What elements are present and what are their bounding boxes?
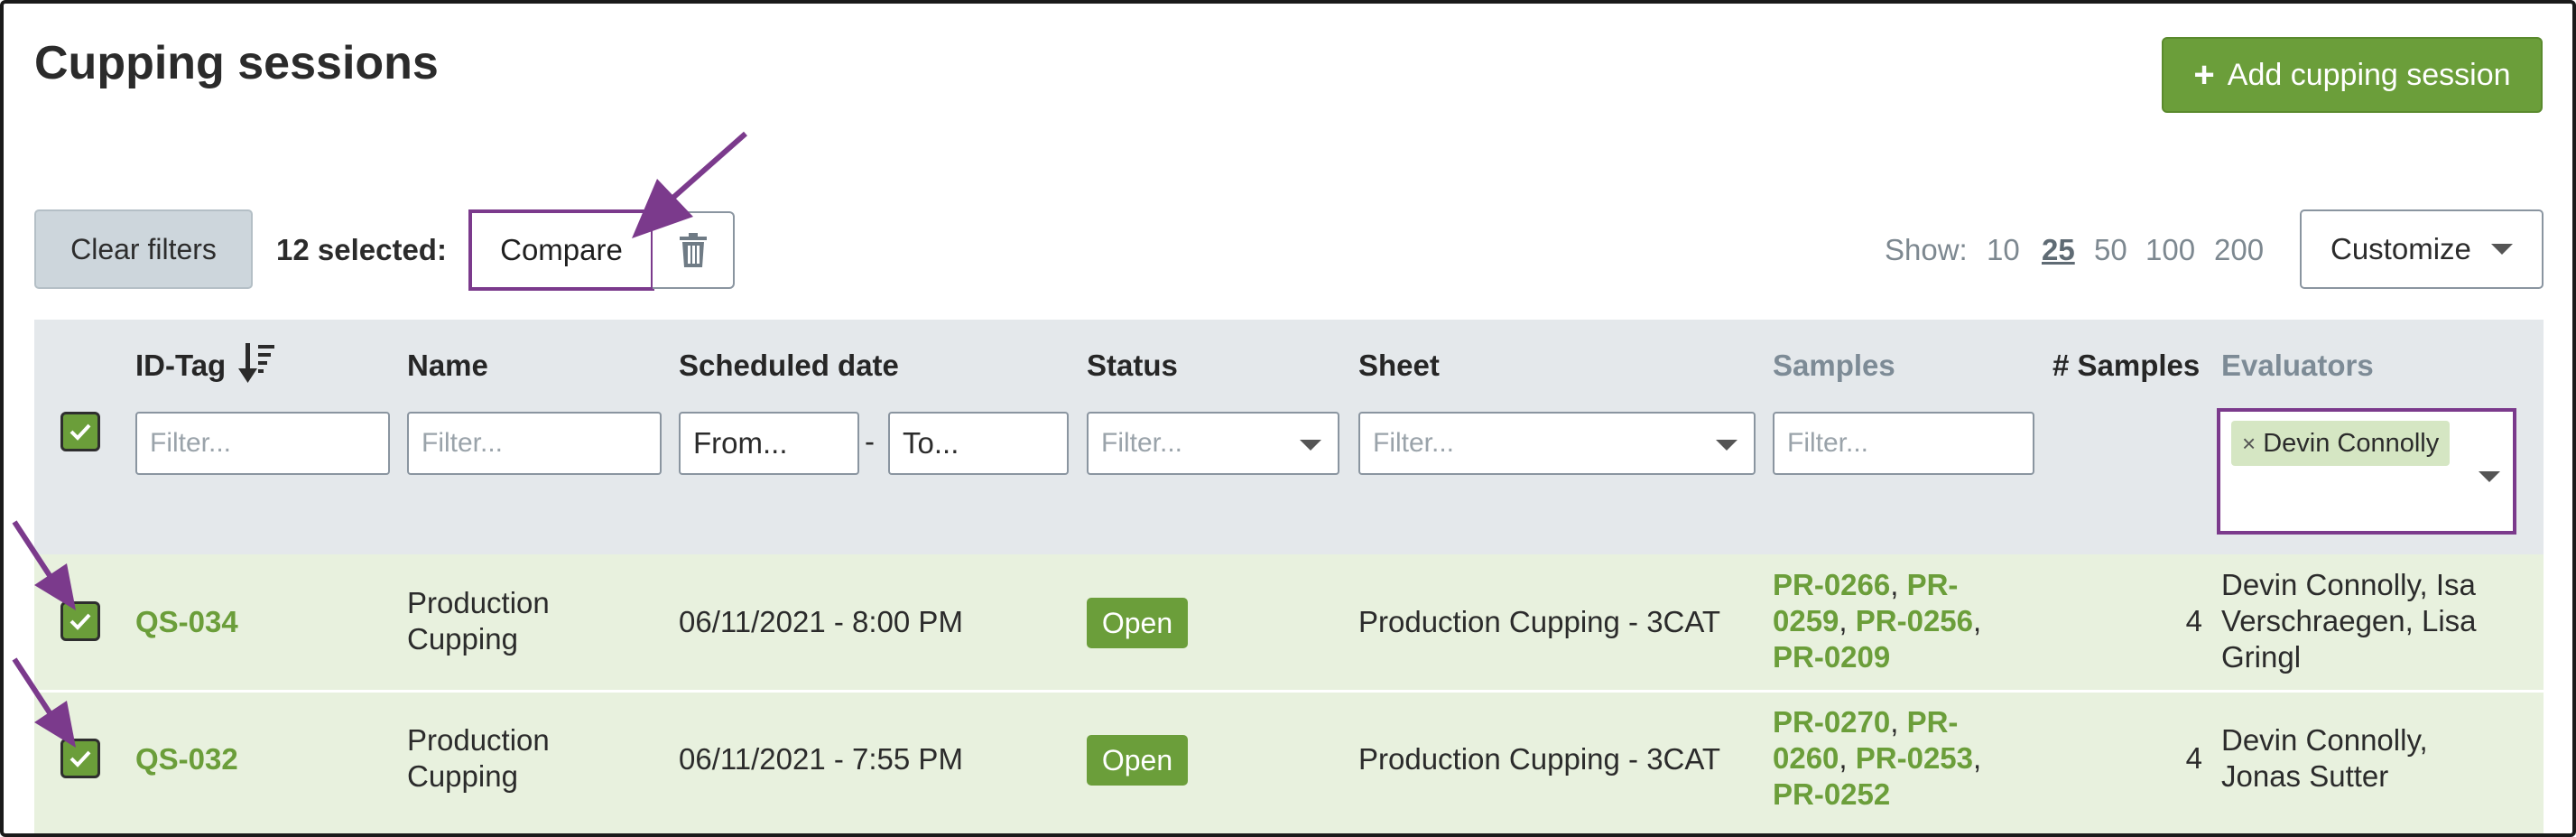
row-evaluators-line: Gringl: [2221, 640, 2302, 674]
sample-link[interactable]: 0260: [1773, 741, 1839, 775]
row-id-link[interactable]: QS-034: [135, 604, 238, 640]
column-header-scheduled-date[interactable]: Scheduled date: [679, 349, 899, 383]
sample-link[interactable]: PR-0270: [1773, 705, 1890, 739]
row-name: Production Cupping: [407, 722, 550, 795]
row-samples: PR-0270, PR- 0260, PR-0253, PR-0252: [1773, 705, 1982, 811]
status-filter-select[interactable]: Filter...: [1087, 412, 1339, 475]
row-checkbox[interactable]: [60, 739, 100, 778]
row-id-link[interactable]: QS-032: [135, 741, 238, 777]
customize-dropdown[interactable]: Customize: [2300, 209, 2544, 289]
sort-descending-icon[interactable]: [236, 341, 276, 385]
status-badge: Open: [1087, 598, 1188, 648]
row-sheet: Production Cupping - 3CAT: [1358, 742, 1721, 776]
evaluator-tag-label: Devin Connolly: [2263, 428, 2440, 458]
sample-link[interactable]: PR-0253: [1856, 741, 1973, 775]
row-evaluators-line: Devin Connolly, Isa: [2221, 568, 2476, 601]
sheet-filter-placeholder: Filter...: [1373, 428, 1455, 458]
row-sample-count: 4: [2185, 604, 2202, 637]
trash-icon: [679, 233, 707, 267]
row-checkbox[interactable]: [60, 601, 100, 641]
add-cupping-session-button[interactable]: + Add cupping session: [2162, 37, 2543, 113]
samples-filter-input[interactable]: Filter...: [1773, 412, 2034, 475]
sample-link[interactable]: PR-0256: [1856, 604, 1973, 637]
sample-link[interactable]: 0259: [1773, 604, 1839, 637]
page-title: Cupping sessions: [34, 37, 439, 89]
row-sheet: Production Cupping - 3CAT: [1358, 605, 1721, 638]
row-evaluators-line: Devin Connolly,: [2221, 723, 2428, 757]
evaluator-filter-tag: × Devin Connolly: [2231, 421, 2451, 466]
row-date: 06/11/2021 - 7:55 PM: [679, 742, 963, 776]
row-name: Production Cupping: [407, 585, 550, 657]
row-sample-count: 4: [2185, 741, 2202, 775]
column-header-samples: Samples: [1773, 349, 1895, 382]
sample-link[interactable]: PR-0252: [1773, 777, 1890, 811]
column-header-num-samples[interactable]: # Samples: [2052, 349, 2200, 383]
select-all-checkbox[interactable]: [60, 412, 100, 451]
date-to-input[interactable]: To...: [888, 412, 1069, 475]
status-filter-placeholder: Filter...: [1101, 428, 1183, 458]
row-name-line: Cupping: [407, 759, 518, 793]
row-samples: PR-0266, PR- 0259, PR-0256, PR-0209: [1773, 568, 1982, 674]
clear-filters-button[interactable]: Clear filters: [34, 209, 253, 289]
add-cupping-session-label: Add cupping session: [2227, 57, 2511, 92]
id-tag-filter-input[interactable]: Filter...: [135, 412, 390, 475]
chevron-down-icon: [2479, 471, 2500, 482]
remove-tag-icon[interactable]: ×: [2242, 430, 2256, 458]
chevron-down-icon: [1300, 440, 1321, 451]
row-date: 06/11/2021 - 8:00 PM: [679, 605, 963, 638]
checkmark-icon: [69, 750, 91, 767]
plus-icon: +: [2193, 55, 2215, 95]
selected-count: 12 selected:: [276, 233, 447, 266]
checkmark-icon: [69, 613, 91, 630]
row-evaluators-line: Verschraegen, Lisa: [2221, 604, 2477, 637]
sample-link[interactable]: PR-0209: [1773, 640, 1890, 674]
delete-button[interactable]: [653, 211, 735, 289]
row-evaluators-line: Jonas Sutter: [2221, 759, 2389, 793]
row-evaluators: Devin Connolly, Jonas Sutter: [2221, 722, 2428, 795]
status-badge: Open: [1087, 735, 1188, 786]
sheet-filter-select[interactable]: Filter...: [1358, 412, 1756, 475]
customize-label: Customize: [2330, 232, 2471, 265]
column-header-name[interactable]: Name: [407, 349, 488, 383]
row-evaluators: Devin Connolly, Isa Verschraegen, Lisa G…: [2221, 567, 2477, 675]
page-size-10[interactable]: 10: [1987, 233, 2020, 267]
compare-button[interactable]: Compare: [468, 209, 654, 291]
sample-link[interactable]: PR-0266: [1773, 568, 1890, 601]
row-name-line: Cupping: [407, 622, 518, 656]
sample-link[interactable]: PR-: [1907, 705, 1959, 739]
chevron-down-icon: [1716, 440, 1737, 451]
column-header-status[interactable]: Status: [1087, 349, 1178, 383]
page-size-25[interactable]: 25: [2042, 233, 2075, 267]
evaluators-filter-select[interactable]: × Devin Connolly: [2217, 408, 2516, 535]
sample-link[interactable]: PR-: [1907, 568, 1959, 601]
column-header-sheet[interactable]: Sheet: [1358, 349, 1440, 383]
date-range-separator: -: [865, 424, 875, 458]
name-filter-input[interactable]: Filter...: [407, 412, 662, 475]
date-from-input[interactable]: From...: [679, 412, 859, 475]
checkmark-icon: [69, 423, 91, 441]
show-label: Show:: [1885, 233, 1968, 266]
row-name-line: Production: [407, 586, 550, 619]
column-header-evaluators: Evaluators: [2221, 349, 2374, 382]
page-size-200[interactable]: 200: [2214, 233, 2264, 267]
chevron-down-icon: [2490, 244, 2513, 255]
row-name-line: Production: [407, 723, 550, 757]
column-header-id-tag[interactable]: ID-Tag: [135, 349, 226, 383]
page-size-100[interactable]: 100: [2145, 233, 2195, 267]
page-size-50[interactable]: 50: [2094, 233, 2127, 267]
